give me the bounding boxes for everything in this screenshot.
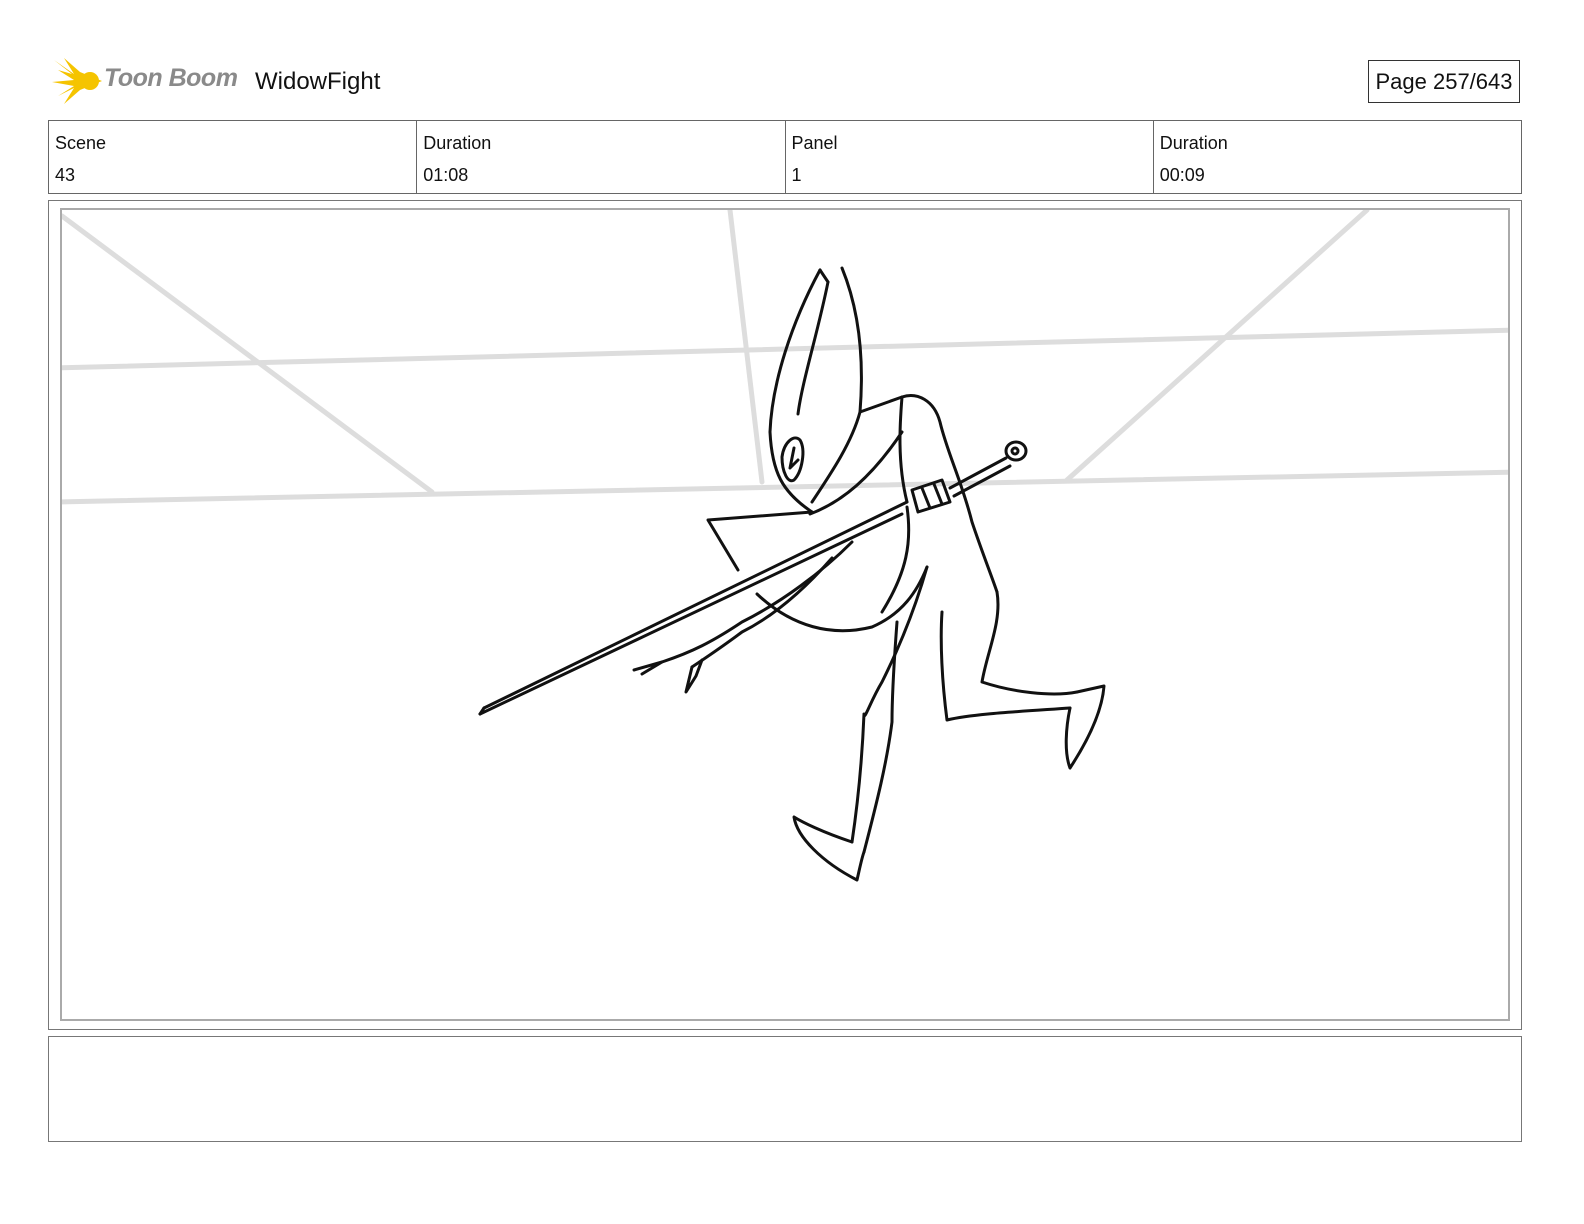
info-label: Panel: [791, 133, 838, 153]
toon-boom-logo: Toon Boom: [50, 54, 240, 108]
project-title: WidowFight: [255, 68, 381, 95]
info-label: Scene: [55, 133, 107, 153]
starburst-icon: [52, 58, 102, 104]
info-value: 1: [791, 165, 802, 185]
info-value: 00:09: [1159, 165, 1205, 185]
info-label: Duration: [1159, 133, 1228, 153]
info-cell-panel: Panel 1: [786, 121, 1154, 193]
info-label: Duration: [423, 133, 492, 153]
info-cell-scene-duration: Duration 01:08: [417, 121, 786, 193]
panel-notes-box: [48, 1036, 1522, 1142]
info-cell-panel-duration: Duration 00:09: [1154, 121, 1521, 193]
scene-info-table: Scene 43 Duration 01:08 Panel 1 Duration…: [48, 120, 1522, 194]
info-cell-scene: Scene 43: [49, 121, 418, 193]
storyboard-panel-image: [60, 208, 1510, 1021]
logo-text: Toon Boom: [104, 64, 238, 92]
page-indicator: Page 257/643: [1368, 60, 1520, 103]
sketch-drawing: [62, 210, 1508, 882]
info-value: 01:08: [423, 165, 469, 185]
info-value: 43: [55, 165, 76, 185]
